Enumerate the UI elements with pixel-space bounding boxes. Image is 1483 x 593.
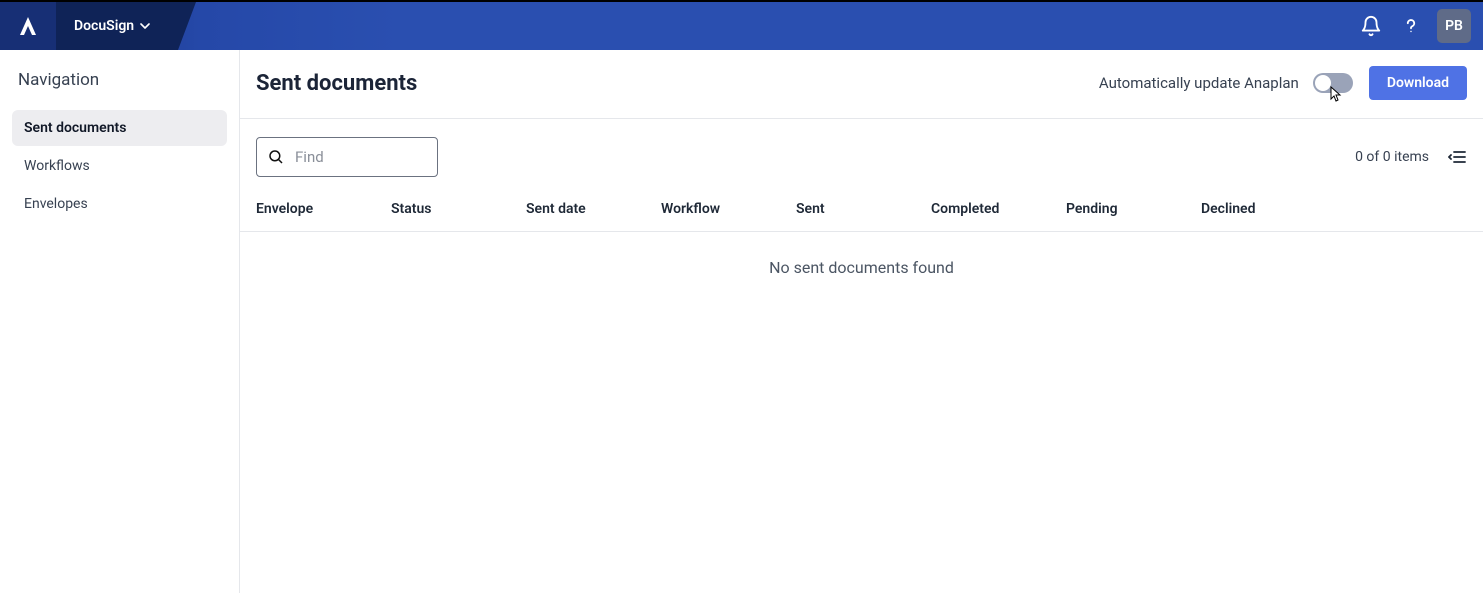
anaplan-logo-icon [16, 14, 40, 38]
column-header-status[interactable]: Status [391, 201, 526, 217]
sidebar-item-sent-documents[interactable]: Sent documents [12, 110, 227, 146]
sidebar: Navigation Sent documents Workflows Enve… [0, 50, 240, 593]
column-settings-button[interactable] [1447, 147, 1467, 167]
app-logo[interactable] [0, 2, 56, 50]
sidebar-item-envelopes[interactable]: Envelopes [12, 186, 227, 222]
sidebar-item-workflows[interactable]: Workflows [12, 148, 227, 184]
bell-icon [1360, 15, 1382, 37]
empty-state: No sent documents found [240, 232, 1483, 303]
main-content: Sent documents Automatically update Anap… [240, 50, 1483, 593]
search-icon [267, 148, 285, 166]
avatar-initials: PB [1445, 18, 1463, 34]
app-switcher-label: DocuSign [74, 18, 134, 34]
download-button[interactable]: Download [1369, 66, 1467, 100]
column-header-declined[interactable]: Declined [1201, 201, 1336, 217]
auto-update-label: Automatically update Anaplan [1099, 74, 1299, 92]
page-header: Sent documents Automatically update Anap… [240, 50, 1483, 119]
search-input[interactable] [295, 148, 427, 166]
chevron-down-icon [140, 21, 150, 31]
help-icon [1400, 15, 1422, 37]
column-header-workflow[interactable]: Workflow [661, 201, 796, 217]
column-header-envelope[interactable]: Envelope [256, 201, 391, 217]
page-title: Sent documents [256, 71, 417, 96]
table-header: Envelope Status Sent date Workflow Sent … [240, 187, 1483, 232]
help-button[interactable] [1391, 6, 1431, 46]
sidebar-title: Navigation [18, 70, 221, 90]
sidebar-item-label: Sent documents [24, 120, 126, 136]
toolbar: 0 of 0 items [240, 119, 1483, 187]
sidebar-item-label: Envelopes [24, 196, 88, 212]
list-settings-icon [1448, 149, 1466, 165]
column-header-sent[interactable]: Sent [796, 201, 931, 217]
column-header-sent-date[interactable]: Sent date [526, 201, 661, 217]
column-header-completed[interactable]: Completed [931, 201, 1066, 217]
notifications-button[interactable] [1351, 6, 1391, 46]
item-count: 0 of 0 items [1355, 149, 1429, 165]
cursor-icon [1325, 85, 1343, 105]
download-button-label: Download [1387, 75, 1449, 91]
auto-update-toggle[interactable] [1313, 73, 1353, 93]
app-switcher[interactable]: DocuSign [56, 2, 178, 50]
column-header-pending[interactable]: Pending [1066, 201, 1201, 217]
sidebar-item-label: Workflows [24, 158, 90, 174]
user-avatar[interactable]: PB [1437, 9, 1471, 43]
top-bar: DocuSign PB [0, 2, 1483, 50]
search-box[interactable] [256, 137, 438, 177]
